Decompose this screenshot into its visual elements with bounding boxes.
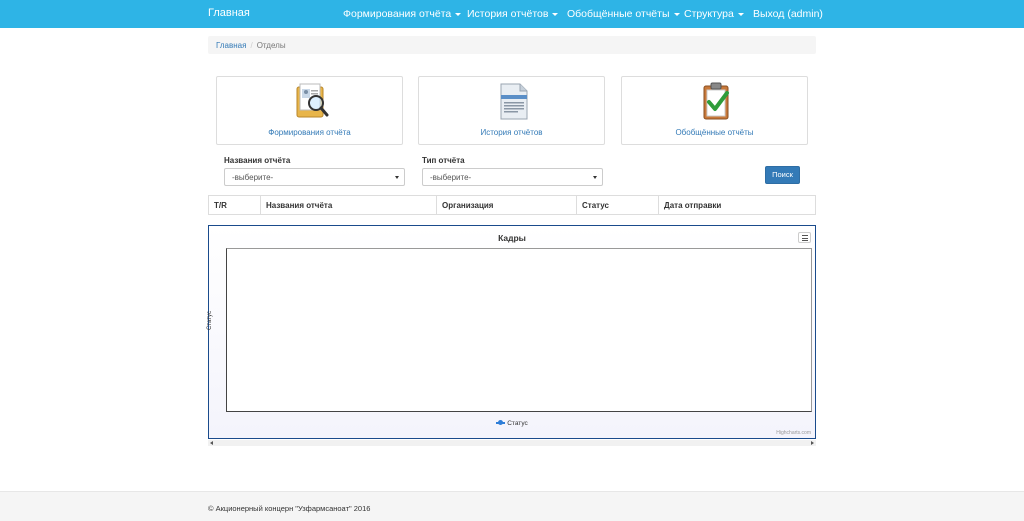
menu-line [802, 235, 808, 236]
column-header-report-name[interactable]: Названия отчёта [261, 196, 437, 214]
nav-report-history[interactable]: История отчётов [467, 8, 559, 20]
nav-logout-label: Выход (admin) [753, 8, 823, 20]
top-navbar: Главная Формирования отчёта История отчё… [0, 0, 1024, 28]
line-marker-icon [496, 420, 506, 426]
column-header-status[interactable]: Статус [577, 196, 659, 214]
menu-line [802, 240, 808, 241]
document-icon [500, 83, 528, 120]
card-report-history[interactable]: История отчётов [418, 76, 605, 145]
caret-down-icon [455, 12, 462, 16]
reports-table-header: T/R Названия отчёта Организация Статус Д… [208, 195, 816, 215]
nav-report-history-label: История отчётов [467, 8, 549, 20]
breadcrumb-home[interactable]: Главная [216, 41, 246, 50]
card-report-history-label: История отчётов [480, 128, 543, 137]
report-type-select-value: -выберите- [430, 173, 472, 182]
nav-summary-reports[interactable]: Обобщённые отчёты [567, 8, 680, 20]
chart-y-axis-label: Статус [207, 311, 213, 330]
nav-logout[interactable]: Выход (admin) [753, 8, 823, 20]
chart-horizontal-scrollbar[interactable] [208, 440, 816, 446]
staff-chart: Кадры Статус Статус Highcharts.com [207, 225, 816, 439]
breadcrumb-current: Отделы [256, 41, 286, 50]
report-name-select-value: -выберите- [232, 173, 274, 182]
breadcrumb: Главная / Отделы [208, 36, 816, 54]
select-arrow-icon [395, 176, 399, 179]
card-summary-reports[interactable]: Обобщённые отчёты [621, 76, 808, 145]
scroll-left-icon[interactable] [210, 441, 213, 445]
column-header-organization[interactable]: Организация [437, 196, 577, 214]
card-report-forming-label: Формирования отчёта [268, 128, 351, 137]
brand-link[interactable]: Главная [208, 7, 250, 19]
nav-summary-reports-label: Обобщённые отчёты [567, 8, 670, 20]
column-header-send-date[interactable]: Дата отправки [659, 196, 815, 214]
chart-title: Кадры [498, 233, 526, 243]
report-name-label: Названия отчёта [224, 156, 291, 165]
select-arrow-icon [593, 176, 597, 179]
chart-legend-label: Статус [507, 420, 528, 427]
report-type-select[interactable]: -выберите- [422, 168, 603, 186]
chart-plot-area [226, 248, 812, 412]
chart-credit[interactable]: Highcharts.com [776, 430, 811, 436]
menu-line [802, 237, 808, 239]
report-name-select[interactable]: -выберите- [224, 168, 405, 186]
footer-copyright: © Акционерный концерн "Узфармсаноат" 201… [208, 504, 371, 513]
footer: © Акционерный концерн "Узфармсаноат" 201… [0, 491, 1024, 521]
chart-menu-button[interactable] [798, 232, 811, 243]
chart-legend-item[interactable]: Статус [209, 420, 815, 427]
search-button[interactable]: Поиск [765, 166, 800, 184]
caret-down-icon [552, 12, 559, 16]
card-report-forming[interactable]: Формирования отчёта [216, 76, 403, 145]
nav-report-forming-label: Формирования отчёта [343, 8, 452, 20]
card-summary-reports-label: Обобщённые отчёты [675, 128, 754, 137]
column-header-tr[interactable]: T/R [209, 196, 261, 214]
breadcrumb-separator: / [250, 41, 253, 50]
caret-down-icon [737, 12, 744, 16]
scroll-right-icon[interactable] [811, 441, 814, 445]
folder-magnifier-icon [296, 83, 329, 118]
nav-structure[interactable]: Структура [684, 8, 744, 20]
nav-report-forming[interactable]: Формирования отчёта [343, 8, 462, 20]
report-type-label: Тип отчёта [422, 156, 465, 165]
clipboard-check-icon [703, 82, 729, 120]
caret-down-icon [673, 12, 680, 16]
nav-structure-label: Структура [684, 8, 734, 20]
